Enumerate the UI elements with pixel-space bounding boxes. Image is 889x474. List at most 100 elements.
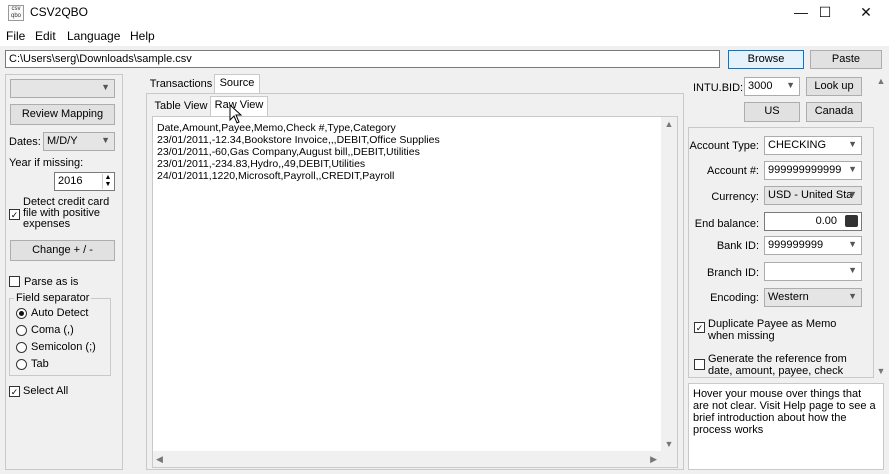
raw-content: Date,Amount,Payee,Memo,Check #,Type,Cate…: [157, 122, 440, 182]
review-mapping-button[interactable]: Review Mapping: [10, 104, 115, 125]
radio-coma[interactable]: [16, 325, 27, 336]
mapping-dropdown[interactable]: ▼: [10, 79, 115, 98]
account-type-select[interactable]: CHECKING ▼: [764, 136, 862, 155]
radio-coma-label: Coma (,): [31, 324, 74, 336]
horizontal-scrollbar[interactable]: ◀ ▶: [153, 451, 677, 467]
encoding-label: Encoding:: [710, 292, 759, 304]
field-separator-title: Field separator: [14, 292, 92, 304]
scroll-up-icon[interactable]: ▲: [874, 76, 888, 86]
radio-semicolon-label: Semicolon (;): [31, 341, 96, 353]
generate-reference-label: Generate the reference from date, amount…: [708, 353, 847, 377]
parse-as-is-label: Parse as is: [24, 276, 79, 288]
duplicate-payee-checkbox[interactable]: ✓: [694, 322, 705, 333]
close-button[interactable]: ✕: [843, 0, 889, 26]
currency-select[interactable]: USD - United Sta ▼: [764, 186, 862, 205]
canada-button[interactable]: Canada: [806, 102, 862, 122]
end-balance-label: End balance:: [694, 218, 759, 230]
menu-help[interactable]: Help: [130, 29, 155, 43]
tab-transactions[interactable]: Transactions: [148, 76, 214, 94]
encoding-select[interactable]: Western ▼: [764, 288, 862, 307]
radio-auto-detect-label: Auto Detect: [31, 307, 89, 319]
currency-value: USD - United Sta: [768, 189, 853, 201]
window-title: CSV2QBO: [30, 5, 89, 19]
raw-line: Date,Amount,Payee,Memo,Check #,Type,Cate…: [157, 122, 396, 134]
mouse-cursor-icon: [229, 104, 243, 124]
us-button[interactable]: US: [744, 102, 800, 122]
chevron-down-icon: ▼: [848, 189, 857, 199]
radio-tab[interactable]: [16, 359, 27, 370]
chevron-down-icon: ▼: [848, 265, 857, 275]
end-balance-input[interactable]: 0.00: [764, 212, 862, 231]
title-bar: csv qbo CSV2QBO — ☐ ✕: [0, 0, 889, 26]
tab-source[interactable]: Source: [214, 74, 260, 94]
scroll-down-icon[interactable]: ▼: [661, 439, 677, 449]
parse-as-is-checkbox[interactable]: [9, 276, 20, 287]
dates-format-value: M/D/Y: [47, 135, 78, 147]
raw-text-area[interactable]: Date,Amount,Payee,Memo,Check #,Type,Cate…: [152, 116, 678, 468]
detect-cc-label: Detect credit card file with positive ex…: [23, 196, 110, 230]
help-text: Hover your mouse over things that are no…: [693, 388, 876, 436]
account-type-label: Account Type:: [689, 140, 759, 152]
intu-bid-select[interactable]: 3000 ▼: [744, 77, 800, 96]
scroll-right-icon[interactable]: ▶: [650, 454, 657, 465]
scroll-up-icon[interactable]: ▲: [661, 119, 677, 129]
dates-format-select[interactable]: M/D/Y ▼: [43, 132, 115, 151]
menu-file[interactable]: File: [6, 29, 25, 43]
chevron-down-icon: ▼: [848, 164, 857, 174]
spinner-arrows-icon[interactable]: ▲ ▼: [102, 174, 113, 189]
generate-reference-checkbox[interactable]: [694, 359, 705, 370]
help-text-panel: Hover your mouse over things that are no…: [688, 383, 884, 470]
dates-label: Dates:: [9, 136, 41, 148]
radio-semicolon[interactable]: [16, 342, 27, 353]
paste-button[interactable]: Paste: [810, 50, 882, 69]
duplicate-payee-label: Duplicate Payee as Memo when missing: [708, 318, 837, 342]
maximize-button[interactable]: ☐: [802, 0, 848, 26]
select-all-checkbox[interactable]: ✓: [9, 386, 20, 397]
lookup-button[interactable]: Look up: [806, 77, 862, 96]
year-missing-label: Year if missing:: [9, 157, 84, 169]
intu-bid-label: INTU.BID:: [693, 82, 744, 94]
raw-line: 23/01/2011,-12.34,Bookstore Invoice,,,DE…: [157, 134, 440, 146]
year-value: 2016: [58, 175, 83, 187]
chevron-down-icon: ▼: [848, 239, 857, 249]
end-balance-value: 0.00: [815, 215, 837, 227]
calculator-icon[interactable]: [845, 215, 858, 227]
scroll-left-icon[interactable]: ◀: [156, 454, 163, 465]
bank-id-select[interactable]: 999999999 ▼: [764, 236, 862, 255]
radio-auto-detect[interactable]: [16, 308, 27, 319]
currency-label: Currency:: [711, 191, 759, 203]
chevron-down-icon: ▼: [848, 139, 857, 149]
year-spinner[interactable]: 2016 ▲ ▼: [54, 172, 115, 191]
menu-language[interactable]: Language: [67, 29, 120, 43]
app-icon: csv qbo: [8, 5, 24, 21]
chevron-down-icon: ▼: [101, 82, 110, 92]
detect-cc-checkbox[interactable]: ✓: [9, 209, 20, 220]
intu-bid-value: 3000: [748, 80, 773, 92]
scroll-down-icon[interactable]: ▼: [874, 366, 888, 376]
raw-line: 23/01/2011,-60,Gas Company,August bill,,…: [157, 146, 420, 158]
chevron-down-icon: ▼: [848, 291, 857, 301]
radio-tab-label: Tab: [31, 358, 49, 370]
raw-line: 23/01/2011,-234.83,Hydro,,49,DEBIT,Utili…: [157, 158, 366, 170]
raw-line: 24/01/2011,1220,Microsoft,Payroll,,CREDI…: [157, 170, 395, 182]
right-panel-scrollbar[interactable]: ▲ ▼: [874, 74, 888, 378]
menu-edit[interactable]: Edit: [35, 29, 56, 43]
browse-button[interactable]: Browse: [728, 50, 804, 69]
branch-id-select[interactable]: ▼: [764, 262, 862, 281]
encoding-value: Western: [768, 291, 809, 303]
file-path-input[interactable]: C:\Users\serg\Downloads\sample.csv: [5, 50, 720, 68]
select-all-label: Select All: [23, 385, 69, 397]
account-number-select[interactable]: 999999999999 ▼: [764, 161, 862, 180]
tab-table-view[interactable]: Table View: [152, 98, 210, 116]
account-number-label: Account #:: [707, 165, 759, 177]
branch-id-label: Branch ID:: [707, 267, 759, 279]
menu-bar: File Edit Language Help: [0, 26, 889, 46]
chevron-down-icon: ▼: [101, 135, 110, 145]
change-sign-button[interactable]: Change + / -: [10, 240, 115, 261]
bank-id-label: Bank ID:: [716, 240, 759, 252]
bank-id-value: 999999999: [768, 239, 824, 251]
account-type-value: CHECKING: [768, 139, 827, 151]
vertical-scrollbar[interactable]: ▲ ▼: [661, 117, 677, 451]
chevron-down-icon: ▼: [786, 80, 795, 90]
account-number-value: 999999999999: [768, 164, 842, 176]
